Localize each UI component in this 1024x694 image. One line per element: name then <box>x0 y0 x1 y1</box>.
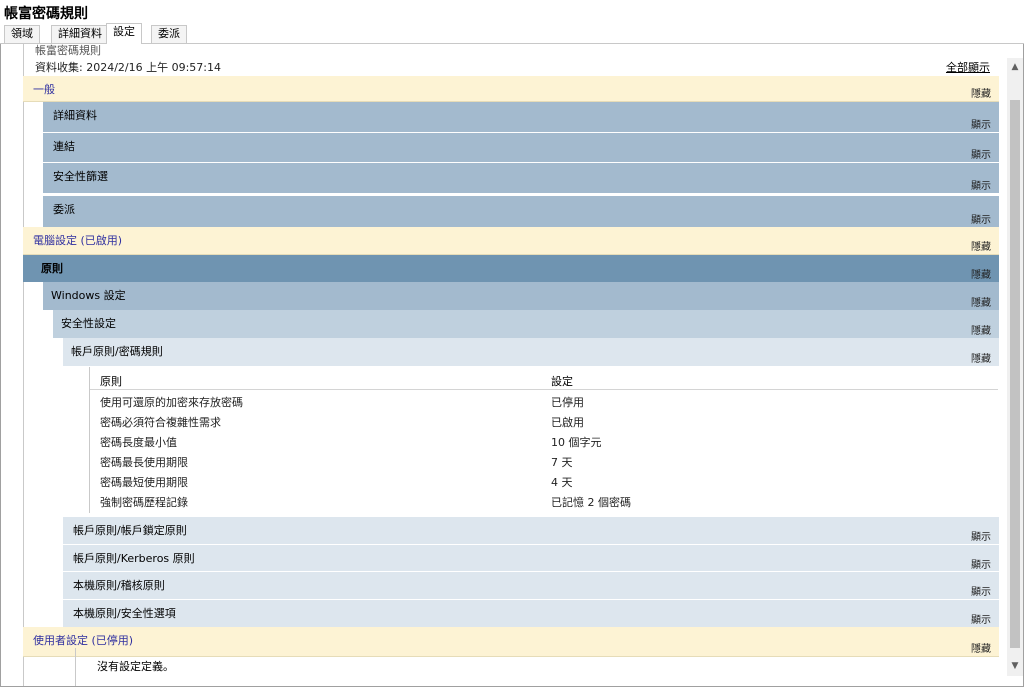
window-title: 帳富密碼規則 <box>4 6 88 22</box>
header-policy: 原則 <box>100 375 122 388</box>
section-details-label: 詳細資料 <box>53 109 97 122</box>
section-details-toggle[interactable]: 顯示 <box>971 116 991 131</box>
section-delegation-label: 委派 <box>53 203 75 216</box>
section-password-policy-label: 帳戶原則/密碼規則 <box>71 345 163 358</box>
section-security-filter[interactable]: 安全性篩選 顯示 <box>43 163 999 194</box>
password-policy-table: 原則 設定 使用可還原的加密來存放密碼 已停用 密碼必須符合複雜性需求 已啟用 … <box>89 367 998 513</box>
section-lockout-policy-toggle[interactable]: 顯示 <box>971 528 991 543</box>
no-settings-defined-text: 沒有設定定義。 <box>97 660 174 673</box>
policy-name: 強制密碼歷程記錄 <box>100 496 188 509</box>
section-windows-settings-toggle[interactable]: 隱藏 <box>971 294 991 309</box>
section-computer-config-toggle[interactable]: 隱藏 <box>971 238 991 253</box>
policy-setting: 已停用 <box>551 396 584 409</box>
section-computer-config-label: 電腦設定 (已啟用) <box>33 234 123 247</box>
section-security-settings[interactable]: 安全性設定 隱藏 <box>53 310 999 338</box>
policy-name: 密碼最長使用期限 <box>100 456 188 469</box>
section-policies-toggle[interactable]: 隱藏 <box>971 266 991 281</box>
report-title-clipped: 帳富密碼規則 <box>35 44 101 57</box>
section-links-label: 連結 <box>53 140 75 153</box>
section-lockout-policy[interactable]: 帳戶原則/帳戶鎖定原則 顯示 <box>63 516 999 545</box>
section-links-toggle[interactable]: 顯示 <box>971 146 991 161</box>
policy-setting: 已啟用 <box>551 416 584 429</box>
section-security-options-toggle[interactable]: 顯示 <box>971 611 991 626</box>
table-row: 密碼最長使用期限 7 天 <box>90 451 998 471</box>
section-policies[interactable]: 原則 隱藏 <box>23 255 999 282</box>
section-audit-policy-label: 本機原則/稽核原則 <box>73 579 165 592</box>
tab-settings[interactable]: 設定 <box>106 23 142 44</box>
report-left-border <box>23 44 24 686</box>
section-windows-settings-label: Windows 設定 <box>51 289 126 302</box>
policy-name: 密碼最短使用期限 <box>100 476 188 489</box>
show-all-link[interactable]: 全部顯示 <box>946 59 990 75</box>
section-security-filter-toggle[interactable]: 顯示 <box>971 177 991 192</box>
section-audit-policy[interactable]: 本機原則/稽核原則 顯示 <box>63 571 999 600</box>
section-security-options-label: 本機原則/安全性選項 <box>73 607 176 620</box>
section-kerberos-policy[interactable]: 帳戶原則/Kerberos 原則 顯示 <box>63 544 999 573</box>
section-user-config-label: 使用者設定 (已停用) <box>33 634 134 647</box>
table-header: 原則 設定 <box>90 367 998 390</box>
scroll-up-icon[interactable]: ▲ <box>1007 59 1023 75</box>
table-row: 使用可還原的加密來存放密碼 已停用 <box>90 391 998 411</box>
window-title-bar: 帳富密碼規則 <box>0 0 1024 23</box>
section-windows-settings[interactable]: Windows 設定 隱藏 <box>43 282 999 310</box>
section-general[interactable]: 一般 隱藏 <box>23 76 999 102</box>
policy-name: 密碼長度最小值 <box>100 436 177 449</box>
section-details[interactable]: 詳細資料 顯示 <box>43 102 999 133</box>
header-setting: 設定 <box>551 375 573 388</box>
tab-scope[interactable]: 領域 <box>4 25 40 43</box>
policy-setting: 10 個字元 <box>551 436 602 449</box>
section-policies-label: 原則 <box>41 262 63 275</box>
section-computer-config[interactable]: 電腦設定 (已啟用) 隱藏 <box>23 227 999 255</box>
table-row: 密碼長度最小值 10 個字元 <box>90 431 998 451</box>
policy-name: 密碼必須符合複雜性需求 <box>100 416 221 429</box>
section-security-filter-label: 安全性篩選 <box>53 170 108 183</box>
section-user-config[interactable]: 使用者設定 (已停用) 隱藏 <box>23 627 999 657</box>
report-frame: 帳富密碼規則 資料收集: 2024/2/16 上午 09:57:14 全部顯示 … <box>0 44 1024 687</box>
section-security-settings-toggle[interactable]: 隱藏 <box>971 322 991 337</box>
policy-setting: 4 天 <box>551 476 573 489</box>
section-user-config-toggle[interactable]: 隱藏 <box>971 640 991 655</box>
section-kerberos-policy-toggle[interactable]: 顯示 <box>971 556 991 571</box>
section-delegation-toggle[interactable]: 顯示 <box>971 211 991 226</box>
section-links[interactable]: 連結 顯示 <box>43 133 999 163</box>
section-password-policy-toggle[interactable]: 隱藏 <box>971 350 991 365</box>
section-delegation[interactable]: 委派 顯示 <box>43 196 999 228</box>
section-security-options[interactable]: 本機原則/安全性選項 顯示 <box>63 599 999 628</box>
policy-name: 使用可還原的加密來存放密碼 <box>100 396 243 409</box>
table-row: 密碼必須符合複雜性需求 已啟用 <box>90 411 998 431</box>
section-general-toggle[interactable]: 隱藏 <box>971 85 991 100</box>
scroll-down-icon[interactable]: ▼ <box>1007 658 1023 674</box>
data-collected-text: 資料收集: 2024/2/16 上午 09:57:14 <box>35 61 222 74</box>
table-row: 密碼最短使用期限 4 天 <box>90 471 998 491</box>
table-row: 強制密碼歷程記錄 已記憶 2 個密碼 <box>90 491 998 511</box>
section-general-label: 一般 <box>33 83 55 96</box>
section-password-policy[interactable]: 帳戶原則/密碼規則 隱藏 <box>63 338 999 366</box>
policy-setting: 已記憶 2 個密碼 <box>551 496 631 509</box>
tab-delegation[interactable]: 委派 <box>151 25 187 43</box>
policy-setting: 7 天 <box>551 456 573 469</box>
section-audit-policy-toggle[interactable]: 顯示 <box>971 583 991 598</box>
section-security-settings-label: 安全性設定 <box>61 317 116 330</box>
user-config-indent <box>23 648 76 686</box>
section-lockout-policy-label: 帳戶原則/帳戶鎖定原則 <box>73 524 187 537</box>
tab-details[interactable]: 詳細資料 <box>51 25 109 43</box>
tab-strip: 領域 詳細資料 設定 委派 <box>0 23 1024 44</box>
section-kerberos-policy-label: 帳戶原則/Kerberos 原則 <box>73 552 195 565</box>
scrollbar-thumb[interactable] <box>1010 100 1020 648</box>
